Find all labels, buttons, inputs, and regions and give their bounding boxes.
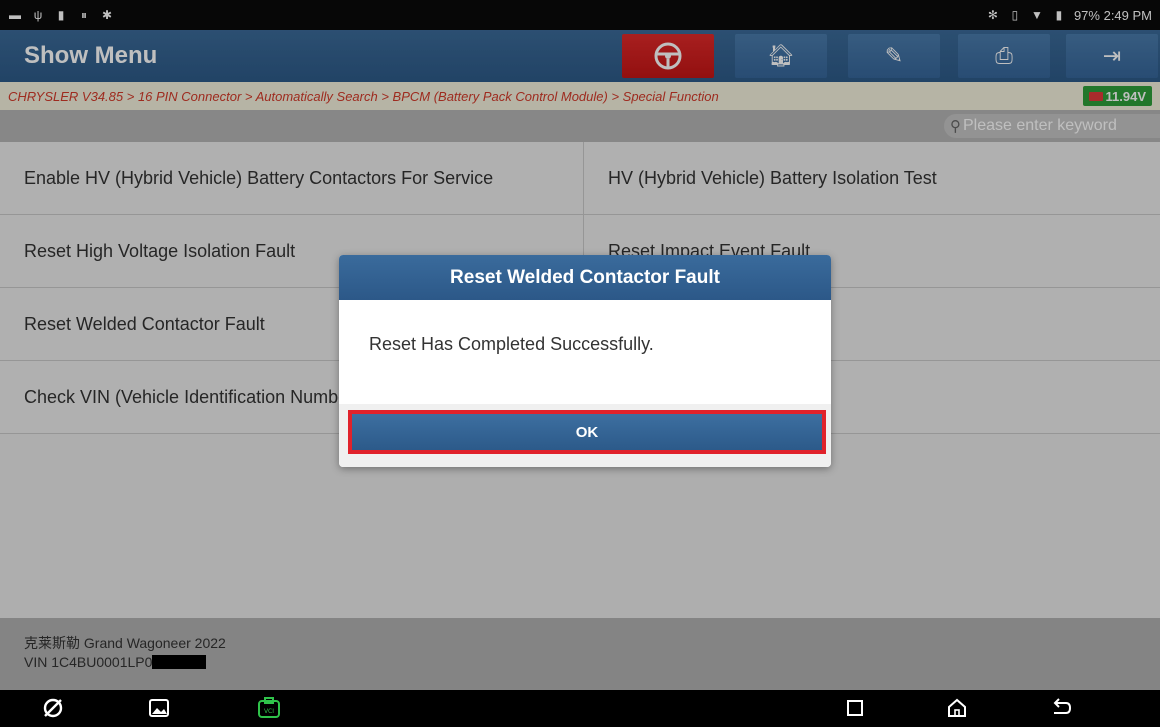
back-icon[interactable] [1048, 696, 1074, 720]
vci-icon[interactable]: VCI [256, 696, 282, 720]
reset-dialog: Reset Welded Contactor Fault Reset Has C… [339, 255, 831, 467]
svg-text:VCI: VCI [264, 708, 274, 715]
dialog-message: Reset Has Completed Successfully. [339, 300, 831, 404]
gallery-icon[interactable] [146, 696, 172, 720]
ok-button[interactable]: OK [348, 410, 826, 454]
home-nav-icon[interactable] [944, 696, 970, 720]
android-nav-bar: VCI [0, 690, 1160, 727]
recent-apps-icon[interactable] [842, 696, 868, 720]
dialog-title: Reset Welded Contactor Fault [339, 255, 831, 300]
browser-icon[interactable] [40, 696, 66, 720]
dialog-footer: OK [339, 404, 831, 467]
